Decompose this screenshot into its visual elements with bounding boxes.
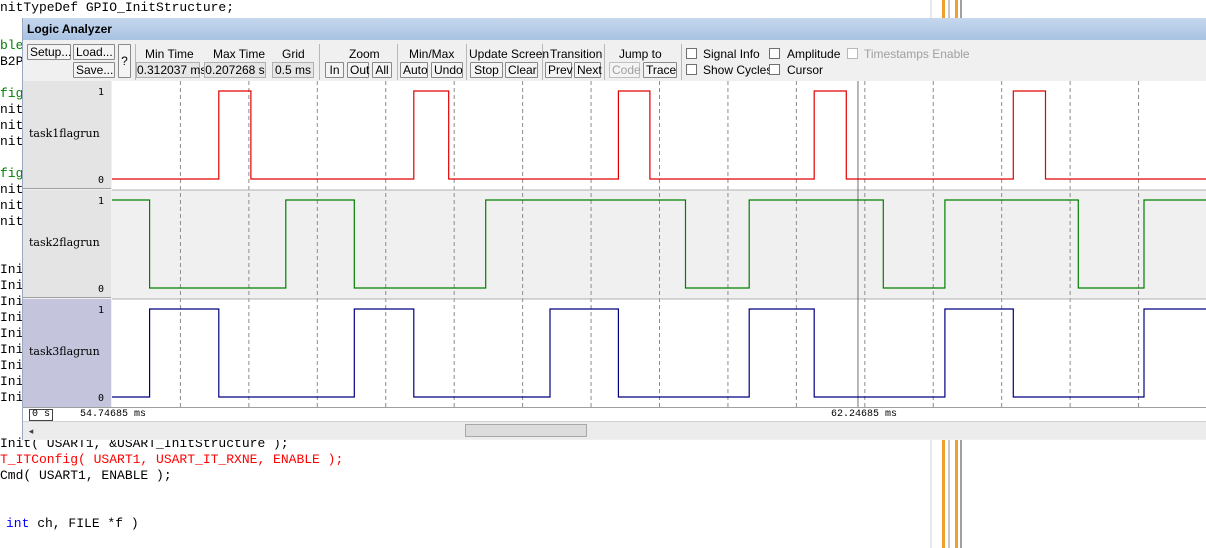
fputc-signature: int ch, FILE *f ) [6, 516, 139, 532]
code-line: nit [0, 198, 24, 213]
amplitude-label: Amplitude [787, 47, 841, 61]
left-time-label: 54.74685 ms [80, 409, 147, 420]
code-line: Ini [0, 262, 24, 277]
signal-high-label: 1 [98, 196, 104, 207]
toolbar-separator [466, 44, 467, 80]
code-line: Ini [0, 294, 24, 309]
scroll-left-arrow-icon[interactable]: ◂ [25, 425, 37, 437]
code-line: Ini [0, 374, 24, 389]
amplitude-checkbox[interactable] [769, 48, 780, 59]
code-line: Cmd( USART1, ENABLE ); [0, 468, 172, 483]
signal-label: task3flagrun [29, 345, 100, 358]
code-line: fig [0, 86, 24, 101]
undo-button[interactable]: Undo [431, 62, 463, 78]
max-time-value: 0.207268 s [204, 62, 266, 78]
cursor-label: Cursor [787, 63, 824, 77]
signal-low-label: 0 [98, 393, 104, 404]
signal-info-label: Signal Info [703, 47, 760, 61]
window-titlebar[interactable]: Logic Analyzer [23, 18, 1206, 40]
load-button[interactable]: Load... [73, 44, 115, 60]
code-line: Ini [0, 278, 24, 293]
code-line: T_ITConfig( USART1, USART_IT_RXNE, ENABL… [0, 452, 344, 467]
max-time-label: Max Time [213, 47, 266, 61]
grid-value: 0.5 ms [272, 62, 314, 78]
code-line: nit [0, 134, 24, 149]
code-line: ble [0, 38, 24, 53]
save-button[interactable]: Save... [73, 62, 115, 78]
show-cycles-checkbox[interactable] [686, 64, 697, 75]
window-title: Logic Analyzer [27, 22, 112, 36]
signal-info-checkbox[interactable] [686, 48, 697, 59]
code-line: Ini [0, 326, 24, 341]
toolbar-separator [319, 44, 320, 80]
code-line: Ini [0, 342, 24, 357]
signal-label: task1flagrun [29, 127, 100, 140]
code-line: nit [0, 182, 24, 197]
code-line: nit [0, 214, 24, 229]
clear-button[interactable]: Clear [505, 62, 538, 78]
timestamps-enable-label: Timestamps Enable [864, 47, 970, 61]
signal-low-label: 0 [98, 175, 104, 186]
cursor-time-label: 62.24685 ms [831, 409, 898, 420]
int-keyword: int [6, 516, 30, 531]
toolbar-separator [542, 44, 543, 80]
cursor-checkbox[interactable] [769, 64, 780, 75]
toolbar-separator [397, 44, 398, 80]
auto-button[interactable]: Auto [400, 62, 428, 78]
signal-high-label: 1 [98, 87, 104, 98]
show-cycles-label: Show Cycles [703, 63, 773, 77]
grid-label: Grid [282, 47, 305, 61]
minmax-label: Min/Max [409, 47, 455, 61]
time-origin-box: 0 s [29, 409, 54, 421]
code-line: fig [0, 166, 24, 181]
code-line: nit [0, 118, 24, 133]
time-axis: 0 s 54.74685 ms 62.24685 ms [23, 407, 1206, 422]
signal-label: task2flagrun [29, 236, 100, 249]
help-button[interactable]: ? [118, 44, 131, 78]
zoom-label: Zoom [349, 47, 380, 61]
min-time-label: Min Time [145, 47, 194, 61]
timestamps-enable-checkbox[interactable] [847, 48, 858, 59]
next-transition-button[interactable]: Next [574, 62, 602, 78]
jump-to-label: Jump to [619, 47, 662, 61]
signal-name-column: task1flagrun task2flagrun task3flagrun [23, 81, 111, 407]
signal-low-label: 0 [98, 284, 104, 295]
toolbar-separator [604, 44, 605, 80]
zoom-out-button[interactable]: Out [347, 62, 369, 78]
code-line: Ini [0, 358, 24, 373]
min-time-value: 0.312037 ms [136, 62, 207, 78]
update-screen-label: Update Screen [469, 47, 550, 61]
toolbar-separator [681, 44, 682, 80]
code-line: Ini [0, 310, 24, 325]
scrollbar-thumb[interactable] [465, 424, 587, 437]
zoom-all-button[interactable]: All [372, 62, 392, 78]
setup-button[interactable]: Setup... [27, 44, 71, 60]
transition-label: Transition [550, 47, 603, 61]
jump-trace-button[interactable]: Trace [643, 62, 677, 78]
zoom-in-button[interactable]: In [325, 62, 344, 78]
waveform-plot[interactable]: 1 0 1 0 1 0 [98, 81, 1206, 408]
jump-code-button[interactable]: Code [609, 62, 641, 78]
prev-transition-button[interactable]: Prev [545, 62, 573, 78]
stop-button[interactable]: Stop [470, 62, 503, 78]
fputc-params: ch, FILE *f ) [29, 516, 139, 531]
code-line: Ini [0, 390, 24, 405]
code-line: nit [0, 102, 24, 117]
code-line: nitTypeDef GPIO_InitStructure; [0, 0, 235, 15]
logic-analyzer-window: Logic Analyzer Setup... Load... Save... … [22, 18, 1206, 440]
signal-high-label: 1 [98, 305, 104, 316]
horizontal-scrollbar[interactable]: ◂ [23, 421, 1206, 439]
code-line: B2P [0, 54, 24, 69]
